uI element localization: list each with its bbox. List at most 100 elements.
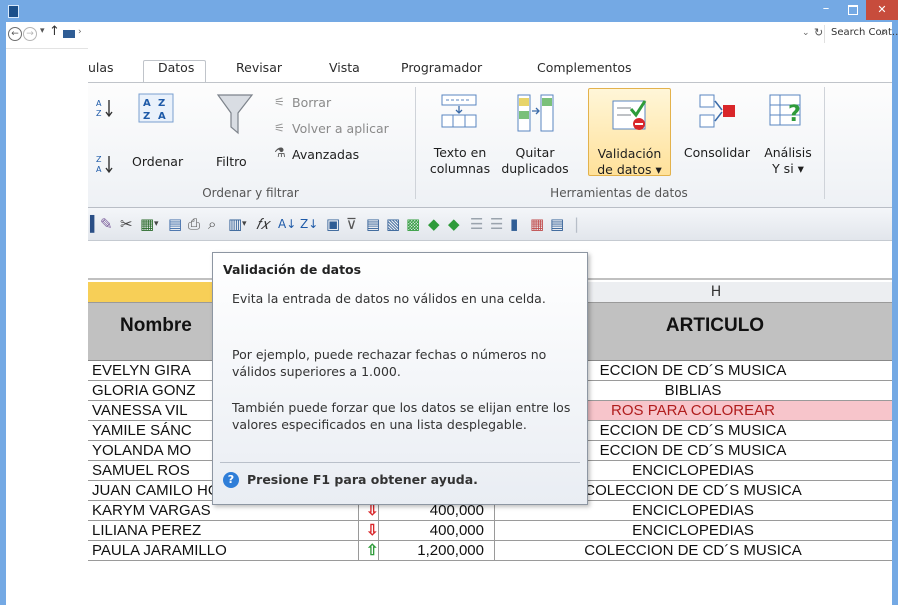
analisis-label-2[interactable]: Y si ▾ — [758, 161, 818, 176]
sort-dialog-icon: A Z Z A — [138, 93, 174, 123]
chevron-down-icon[interactable]: ▾ — [154, 219, 159, 229]
text-to-columns-button[interactable] — [440, 93, 480, 132]
function-icon[interactable]: 𝑓𝑥 — [256, 215, 269, 233]
cell-nombre[interactable]: YAMILE SÁNC — [92, 422, 192, 439]
sort-ascending-button[interactable]: A Z — [94, 97, 120, 122]
table-borders-icon[interactable]: ▥ — [228, 215, 242, 233]
cell-valor[interactable]: 400,000 — [378, 522, 484, 539]
header-articulo[interactable]: ARTICULO — [538, 315, 892, 337]
tab-revisar[interactable]: Revisar — [236, 60, 282, 75]
arrow-right-icon[interactable]: ◆ — [448, 215, 460, 233]
tab-datos[interactable]: Datos — [158, 60, 194, 75]
maximize-icon — [847, 5, 858, 15]
sort-desc-icon[interactable]: Z↓ — [300, 217, 318, 231]
form-icon[interactable]: ▤ — [366, 215, 380, 233]
avanzadas-label: Avanzadas — [292, 147, 360, 162]
cell-nombre[interactable]: PAULA JARAMILLO — [92, 542, 227, 559]
forward-button[interactable]: → — [23, 27, 37, 41]
indent-icon: ☰ — [470, 215, 484, 233]
tooltip-paragraph-3: También puede forzar que los datos se el… — [232, 400, 571, 432]
data-validation-tooltip: Validación de datos Evita la entrada de … — [212, 252, 588, 505]
cell-nombre[interactable]: EVELYN GIRA — [92, 362, 191, 379]
text-to-columns-icon — [441, 94, 477, 128]
tab-complementos[interactable]: Complementos — [537, 60, 632, 75]
search-box[interactable]: Search Cont... ⌕ — [824, 25, 898, 43]
minimize-button[interactable]: – — [813, 0, 839, 20]
spreadsheet-icon[interactable]: ▦ — [140, 215, 154, 233]
cut-icon[interactable]: ✂ — [120, 215, 133, 233]
data-validation-button[interactable]: Validación de datos ▾ — [588, 88, 671, 177]
subtotal-icon[interactable]: ▧ — [386, 215, 400, 233]
filter-funnel-icon — [216, 94, 254, 135]
tooltip-help-text: Presione F1 para obtener ayuda. — [247, 472, 478, 487]
ribbon: A Z A Z Z A Z A Ordenar Filtro ⚟ Borrar … — [88, 82, 892, 208]
tab-vista[interactable]: Vista — [329, 60, 360, 75]
bar-chart-icon[interactable]: ▮ — [510, 215, 518, 233]
svg-text:A: A — [96, 99, 102, 108]
sort-az-button[interactable]: A Z Z A — [138, 93, 176, 126]
texto-label-1[interactable]: Texto en — [426, 145, 494, 160]
cell-nombre[interactable]: VANESSA VIL — [92, 402, 188, 419]
close-button[interactable]: ✕ — [866, 0, 898, 20]
format-painter-icon[interactable]: ✎ — [100, 215, 113, 233]
cell-nombre[interactable]: KARYM VARGAS — [92, 502, 211, 519]
advanced-filter-icon: ⚗ — [274, 146, 286, 161]
tab-formulas[interactable]: ulas — [88, 60, 114, 75]
consolidate-button[interactable] — [698, 93, 738, 134]
sort-asc-icon[interactable]: A↓ — [278, 217, 296, 231]
sort-descending-button[interactable]: Z A — [94, 153, 120, 178]
remove-duplicates-button[interactable] — [516, 93, 556, 138]
table-row: PAULA JARAMILLO ⇧ 1,200,000 COLECCION DE CD… — [88, 541, 892, 561]
search-icon[interactable]: ⌕ — [881, 27, 887, 38]
cell-articulo[interactable]: ENCICLOPEDIAS — [494, 522, 892, 539]
arrow-left-icon[interactable]: ◆ — [428, 215, 440, 233]
quitar-label-2[interactable]: duplicados — [500, 161, 570, 176]
breadcrumb-chevron-icon[interactable]: › — [78, 27, 82, 37]
texto-label-2[interactable]: columnas — [426, 161, 494, 176]
what-if-button[interactable]: ? — [768, 89, 808, 134]
analisis-label-1[interactable]: Análisis — [758, 145, 818, 160]
column-header-h[interactable]: H — [538, 282, 892, 303]
ordenar-label[interactable]: Ordenar — [132, 154, 183, 169]
cell-nombre[interactable]: LILIANA PEREZ — [92, 522, 201, 539]
chevron-down-icon[interactable]: ▾ — [242, 219, 247, 229]
document-icon[interactable]: ▤ — [168, 215, 182, 233]
excel-window: ulas Datos Revisar Vista Programador Com… — [88, 48, 892, 605]
filter-button[interactable] — [216, 91, 256, 144]
pivot-icon[interactable]: ▣ — [326, 215, 340, 233]
report-icon[interactable]: ▦ — [530, 215, 544, 233]
svg-text:Z: Z — [96, 155, 102, 164]
quitar-label-1[interactable]: Quitar — [500, 145, 570, 160]
tooltip-paragraph-2: Por ejemplo, puede rechazar fechas o núm… — [232, 347, 547, 379]
what-if-icon: ? — [769, 94, 801, 127]
recent-locations-dropdown[interactable]: ▾ — [40, 26, 45, 36]
selected-column-header[interactable] — [88, 282, 218, 303]
back-button[interactable]: ← — [8, 27, 22, 41]
cell-valor[interactable]: 1,200,000 — [378, 542, 484, 559]
sort-az-icon: A Z — [96, 99, 113, 118]
print-icon[interactable]: ⎙ — [188, 215, 200, 233]
cell-nombre[interactable]: SAMUEL ROS — [92, 462, 190, 479]
header-nombre[interactable]: Nombre — [120, 315, 192, 337]
validacion-label-1: Validación — [597, 146, 662, 161]
table-row: LILIANA PEREZ ⇩ 400,000 ENCICLOPEDIAS — [88, 521, 892, 541]
maximize-button[interactable] — [839, 0, 866, 20]
up-button[interactable]: ↑ — [49, 24, 60, 39]
list-icon[interactable]: ▤ — [550, 215, 564, 233]
app-icon — [8, 5, 19, 18]
chart-wizard-icon[interactable]: ▩ — [406, 215, 420, 233]
autofilter-icon[interactable]: ⊽ — [346, 215, 357, 233]
help-icon: ? — [223, 472, 239, 488]
tab-programador[interactable]: Programador — [401, 60, 482, 75]
consolidar-label[interactable]: Consolidar — [673, 145, 761, 160]
cell-nombre[interactable]: GLORIA GONZ — [92, 382, 195, 399]
print-preview-icon[interactable]: ⌕ — [208, 215, 216, 233]
search-input[interactable]: Search Cont... — [831, 27, 898, 38]
cell-articulo[interactable]: COLECCION DE CD´S MUSICA — [494, 542, 892, 559]
cell-nombre[interactable]: YOLANDA MO — [92, 442, 191, 459]
down-arrow-icon: ⇩ — [366, 522, 379, 539]
filtro-label[interactable]: Filtro — [216, 154, 247, 169]
cell-border — [358, 541, 359, 561]
address-dropdown-icon[interactable]: ⌄ — [802, 28, 810, 38]
refresh-icon[interactable]: ↻ — [814, 26, 823, 39]
